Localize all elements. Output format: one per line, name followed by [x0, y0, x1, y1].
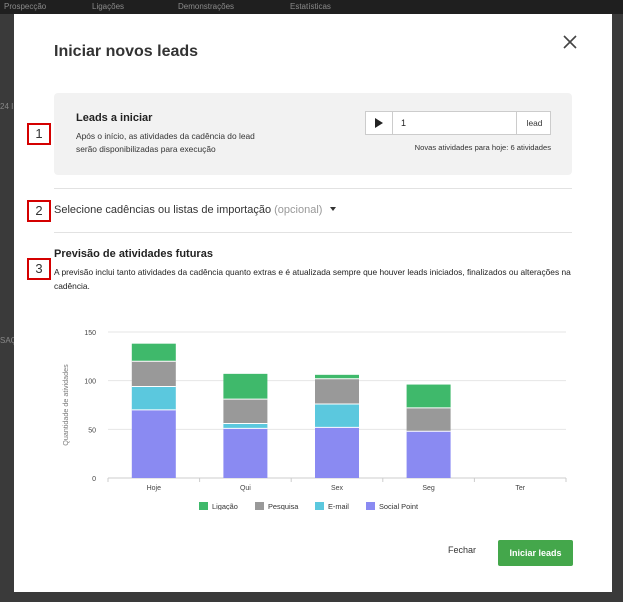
y-tick-label: 50: [88, 427, 96, 434]
bar-segment: [315, 404, 359, 428]
bar-segment: [315, 378, 359, 405]
play-icon: [375, 118, 383, 128]
nav-estatisticas[interactable]: Estatísticas: [290, 2, 331, 11]
close-button[interactable]: Fechar: [448, 545, 476, 555]
background-text: 24 I: [0, 102, 14, 111]
step-marker-2: 2: [27, 200, 51, 222]
x-tick-label: Sex: [331, 485, 344, 492]
today-activities-text: Novas atividades para hoje: 6 atividades: [414, 143, 551, 152]
forecast-description: A previsão inclui tanto atividades da ca…: [54, 267, 571, 291]
cadence-select[interactable]: Selecione cadências ou listas de importa…: [54, 204, 336, 216]
bar-segment: [223, 373, 268, 400]
legend-label: Social Point: [379, 502, 418, 510]
y-axis-label: Quantidade de atividades: [61, 364, 70, 446]
divider: [54, 232, 572, 233]
lead-quantity-input[interactable]: [393, 112, 529, 134]
forecast-heading: Previsão de atividades futuras: [54, 248, 213, 260]
cadence-select-label: Selecione cadências ou listas de importa…: [54, 204, 272, 216]
divider: [54, 188, 572, 189]
legend-label: Ligação: [212, 502, 238, 510]
bar-segment: [131, 386, 176, 410]
legend-label: Pesquisa: [268, 502, 299, 510]
top-navigation: Prospecção Ligações Demonstrações Estatí…: [0, 0, 623, 14]
y-tick-label: 100: [84, 379, 96, 386]
bar-segment: [131, 409, 176, 478]
leads-description: Após o início, as atividades da cadência…: [76, 131, 255, 154]
start-leads-modal: Iniciar novos leads 1 Leads a iniciar Ap…: [14, 14, 612, 592]
bar-segment: [315, 374, 359, 379]
play-button[interactable]: [366, 112, 393, 134]
y-tick-label: 0: [92, 476, 96, 483]
legend-label: E-mail: [328, 502, 349, 510]
bar-segment: [406, 431, 451, 478]
y-tick-label: 150: [84, 330, 96, 337]
leads-heading: Leads a iniciar: [76, 112, 153, 124]
x-tick-label: Seg: [422, 485, 435, 492]
lead-quantity-stepper: lead: [365, 111, 551, 135]
bar-segment: [315, 427, 359, 478]
caret-down-icon: [329, 207, 336, 211]
cadence-select-optional: (opcional): [274, 204, 323, 216]
nav-ligacoes[interactable]: Ligações: [92, 2, 124, 11]
close-icon[interactable]: [562, 34, 578, 50]
legend-swatch: [315, 502, 324, 510]
step-marker-3: 3: [27, 258, 51, 280]
leads-to-start-panel: Leads a iniciar Após o início, as ativid…: [54, 93, 572, 175]
lead-unit-label: lead: [516, 112, 552, 134]
bar-segment: [223, 423, 268, 429]
bar-segment: [223, 399, 268, 424]
bar-segment: [131, 343, 176, 362]
x-tick-label: Qui: [240, 485, 251, 492]
nav-demonstracoes[interactable]: Demonstrações: [178, 2, 234, 11]
bar-segment: [223, 428, 268, 478]
bar-segment: [406, 407, 451, 432]
legend-swatch: [366, 502, 375, 510]
bar-segment: [131, 361, 176, 387]
x-tick-label: Hoje: [147, 485, 162, 492]
bar-segment: [406, 384, 451, 408]
step-marker-1: 1: [27, 123, 51, 145]
forecast-chart: 0 50 100 150 Quantidade de atividades Hoje Qui…: [61, 330, 567, 510]
modal-title: Iniciar novos leads: [54, 43, 199, 60]
start-leads-button[interactable]: Iniciar leads: [498, 540, 573, 566]
legend-swatch: [199, 502, 208, 510]
legend-swatch: [255, 502, 264, 510]
nav-prospeccao[interactable]: Prospecção: [4, 2, 46, 11]
x-tick-label: Ter: [515, 485, 525, 492]
